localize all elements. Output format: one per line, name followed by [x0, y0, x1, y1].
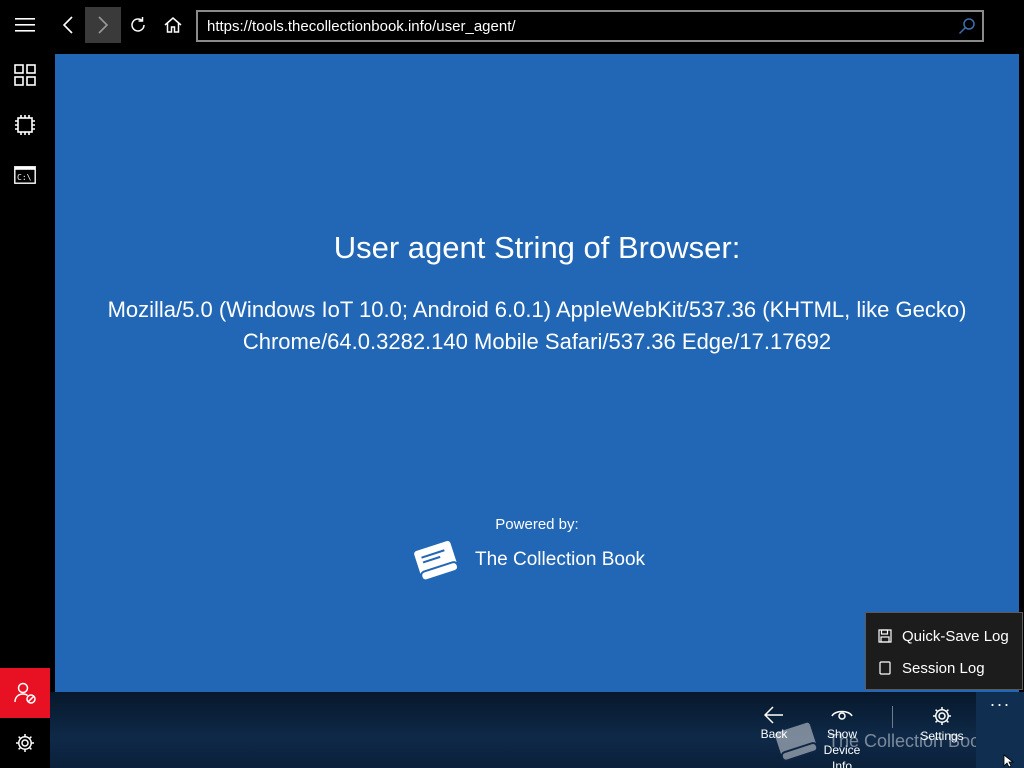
- user-agent-line-1: Mozilla/5.0 (Windows IoT 10.0; Android 6…: [107, 297, 967, 322]
- web-content: User agent String of Browser: Mozilla/5.…: [55, 54, 1019, 692]
- user-blocked-icon: [14, 682, 36, 704]
- command-prompt-button[interactable]: C:\: [0, 150, 50, 200]
- show-label: Show: [826, 727, 858, 741]
- user-agent-string: Mozilla/5.0 (Windows IoT 10.0; Android 6…: [85, 294, 989, 358]
- command-bar: The Collection Book Back Show Device Inf…: [50, 692, 1024, 768]
- gear-icon: [16, 734, 34, 752]
- address-bar-url[interactable]: https://tools.thecollectionbook.info/use…: [207, 18, 516, 35]
- command-prompt-icon: C:\: [14, 166, 36, 184]
- apps-icon: [14, 64, 36, 86]
- gear-icon: [933, 707, 951, 725]
- page-title: User agent String of Browser:: [333, 230, 741, 265]
- menu-icon: [15, 18, 35, 32]
- command-separator: [892, 706, 893, 728]
- chevron-left-icon: [63, 16, 73, 34]
- mouse-cursor-icon: [1003, 754, 1015, 768]
- svg-text:C:\: C:\: [17, 173, 32, 182]
- menu-item-session-log[interactable]: Session Log: [866, 652, 1022, 684]
- overflow-menu: Quick-Save Log Session Log: [865, 612, 1023, 690]
- document-icon: [879, 661, 891, 675]
- brand-logo[interactable]: The Collection Book: [411, 534, 645, 586]
- left-rail: C:\: [0, 0, 50, 768]
- show-device-info-button[interactable]: Show Device Info: [812, 706, 872, 768]
- processor-icon: [15, 115, 35, 135]
- menu-item-label: Session Log: [902, 659, 985, 677]
- book-icon: [414, 540, 460, 582]
- device-info-label: Device Info: [823, 743, 861, 768]
- save-icon: [878, 629, 892, 643]
- forward-nav-button[interactable]: [85, 7, 121, 43]
- address-bar[interactable]: https://tools.thecollectionbook.info/use…: [196, 10, 984, 42]
- menu-item-quick-save-log[interactable]: Quick-Save Log: [866, 620, 1022, 652]
- powered-by-label: Powered by:: [495, 516, 579, 533]
- device-processor-button[interactable]: [0, 100, 50, 150]
- settings-rail-button[interactable]: [0, 718, 50, 768]
- chevron-right-icon: [98, 16, 108, 34]
- settings-command-label: Settings: [920, 729, 964, 743]
- back-command-button[interactable]: Back: [744, 706, 804, 742]
- user-blocked-button[interactable]: [0, 668, 50, 718]
- eye-icon: [831, 710, 853, 720]
- settings-command-button[interactable]: Settings: [912, 706, 972, 744]
- search-button[interactable]: [958, 17, 976, 40]
- user-agent-line-2: Chrome/64.0.3282.140 Mobile Safari/537.3…: [242, 329, 832, 354]
- apps-button[interactable]: [0, 50, 50, 100]
- home-button[interactable]: [155, 7, 191, 43]
- refresh-button[interactable]: [120, 7, 156, 43]
- hamburger-menu-button[interactable]: [0, 0, 50, 50]
- refresh-icon: [131, 17, 145, 32]
- home-icon: [164, 17, 182, 33]
- browser-toolbar: https://tools.thecollectionbook.info/use…: [50, 0, 1024, 50]
- more-options-button[interactable]: ···: [976, 692, 1024, 768]
- back-nav-button[interactable]: [50, 7, 86, 43]
- back-command-label: Back: [760, 727, 788, 741]
- arrow-left-icon: [764, 706, 783, 724]
- menu-item-label: Quick-Save Log: [902, 627, 1009, 645]
- search-icon: [958, 18, 975, 35]
- brand-name: The Collection Book: [475, 549, 646, 570]
